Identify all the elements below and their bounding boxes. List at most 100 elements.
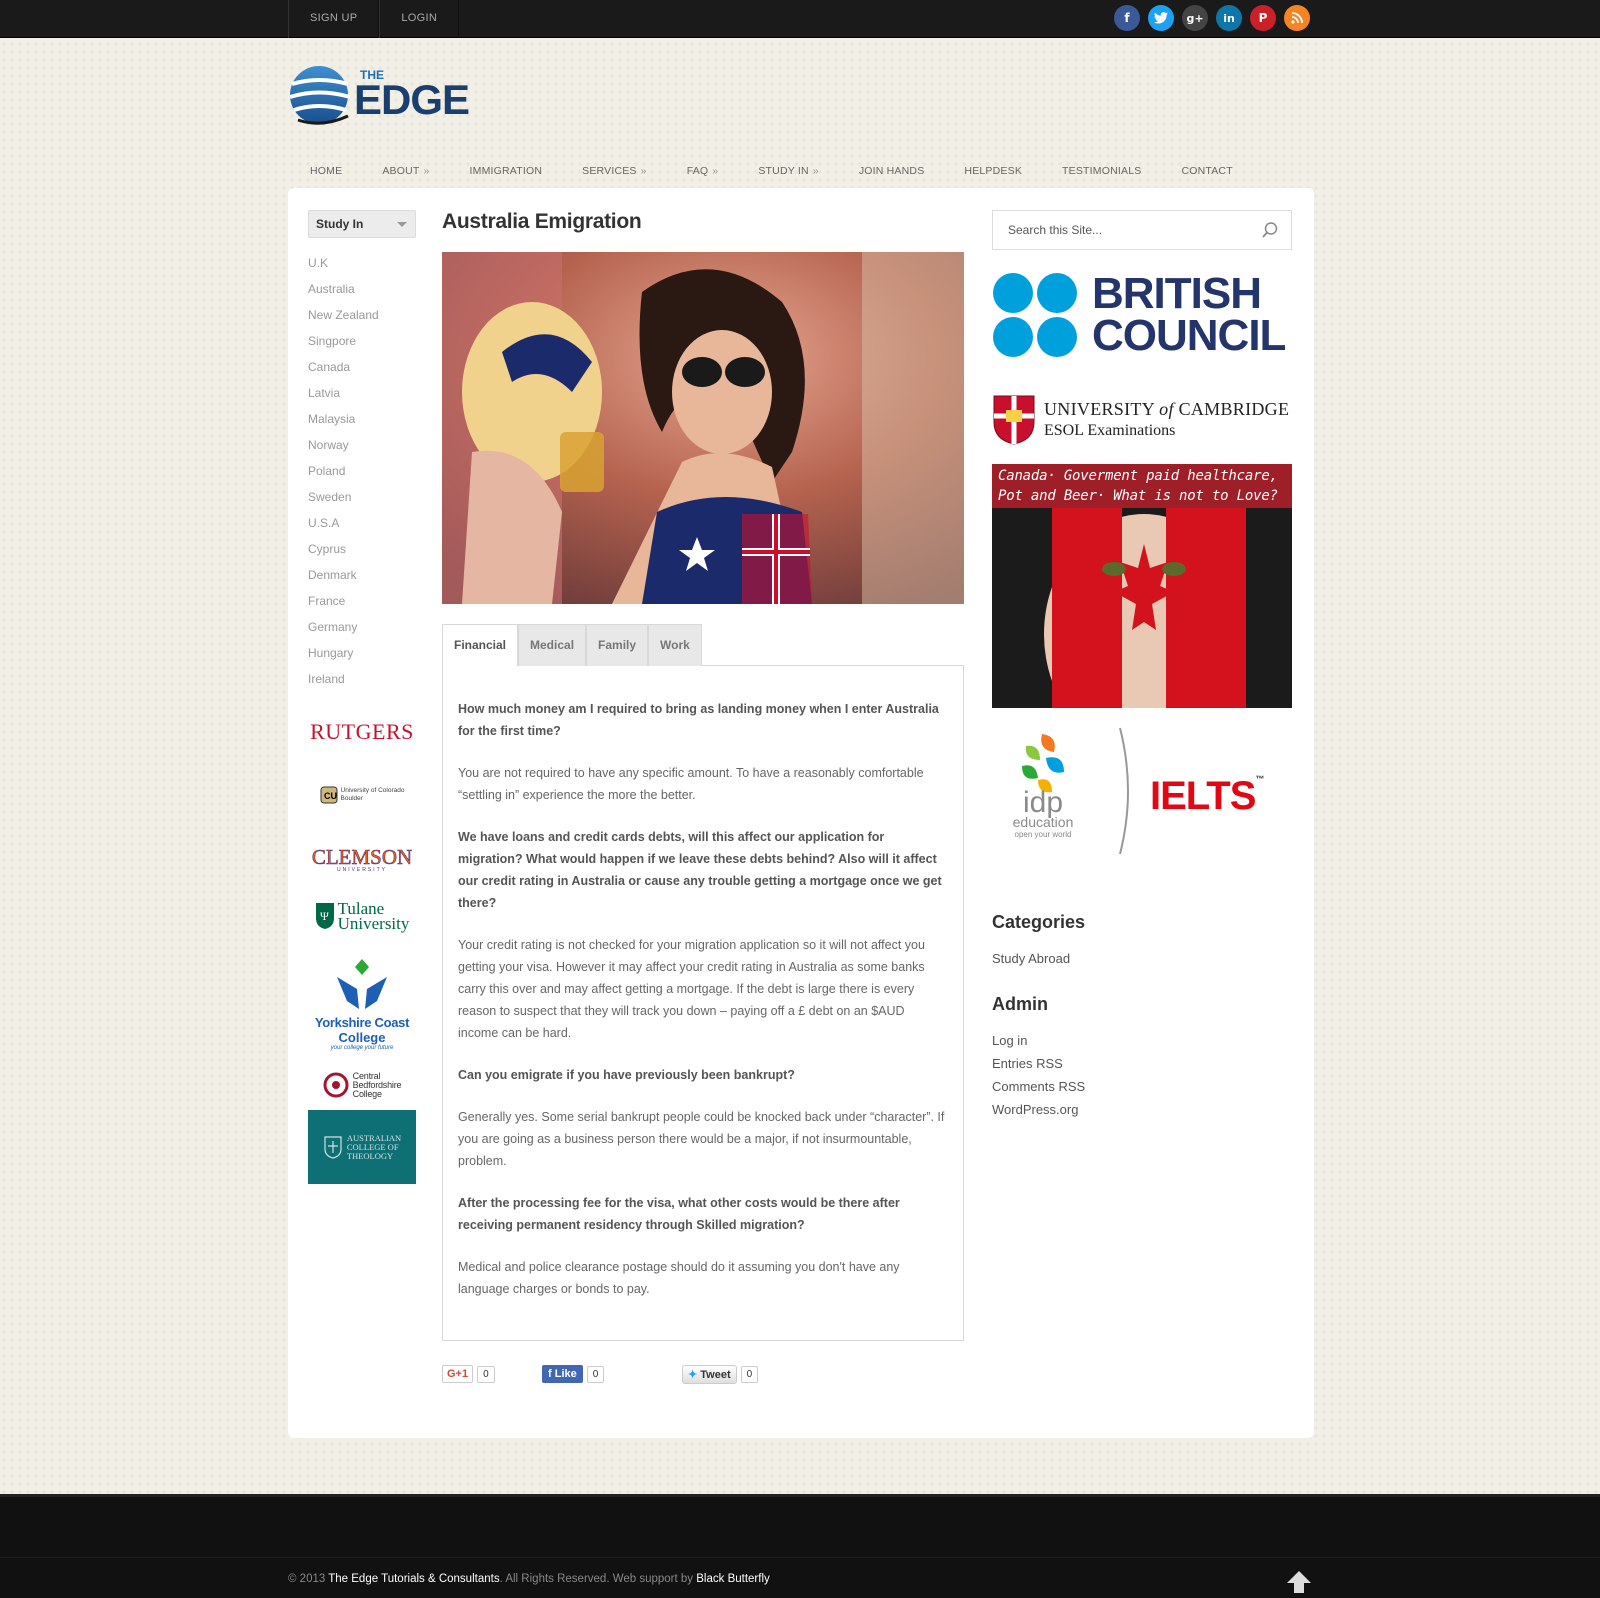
nav-item-immigration[interactable]: IMMIGRATION [450, 158, 563, 184]
svg-text:Ψ: Ψ [320, 909, 329, 923]
nav-item-about[interactable]: ABOUT» [362, 158, 449, 184]
right-sidebar: Search this Site... BRITISH COUNCIL UNIV… [992, 210, 1292, 1121]
clemson-logo[interactable]: CLEMSON UNIVERSITY [308, 842, 416, 878]
company-link[interactable]: The Edge Tutorials & Consultants [328, 1573, 499, 1585]
facebook-like-button[interactable]: f Like [542, 1365, 583, 1383]
country-link[interactable]: Australia [308, 276, 416, 302]
content-tabs: Financial Medical Family Work [442, 624, 964, 666]
rss-icon[interactable] [1284, 5, 1310, 31]
site-logo[interactable]: THE EDGE [288, 64, 502, 126]
country-link[interactable]: Germany [308, 614, 416, 640]
country-link[interactable]: Singpore [308, 328, 416, 354]
submenu-arrow-icon: » [640, 165, 647, 177]
tab-family[interactable]: Family [586, 624, 649, 666]
tweet-button[interactable]: ✦ Tweet [682, 1364, 737, 1384]
university-logos: RUTGERS CU University of Colorado Boulde… [308, 714, 416, 1184]
google-plus-icon[interactable]: g+ [1182, 5, 1208, 31]
country-link[interactable]: U.S.A [308, 510, 416, 536]
country-link[interactable]: U.K [308, 250, 416, 276]
faq-answer: You are not required to have any specifi… [458, 766, 924, 802]
submenu-arrow-icon: » [712, 165, 719, 177]
nav-item-study-in[interactable]: STUDY IN» [738, 158, 838, 184]
gplus-share[interactable]: G+1 0 [442, 1365, 542, 1383]
british-council-banner[interactable]: BRITISH COUNCIL [992, 272, 1292, 358]
left-sidebar: Study In U.K Australia New Zealand Singpore… [308, 210, 416, 1184]
country-link[interactable]: Norway [308, 432, 416, 458]
category-link[interactable]: Study Abroad [992, 947, 1292, 970]
footer: © 2013 The Edge Tutorials & Consultants.… [0, 1494, 1600, 1598]
cambridge-title: UNIVERSITY of CAMBRIDGE [1044, 399, 1290, 419]
divider-arc [1119, 727, 1129, 855]
idp-logo: idp education open your world [1008, 732, 1078, 839]
categories-widget: Categories Study Abroad [992, 912, 1292, 970]
page-title: Australia Emigration [442, 210, 642, 233]
country-link[interactable]: Poland [308, 458, 416, 484]
support-link[interactable]: Black Butterfly [696, 1573, 770, 1585]
country-link[interactable]: New Zealand [308, 302, 416, 328]
back-to-top-icon[interactable] [1286, 1569, 1312, 1595]
facebook-like[interactable]: f Like 0 [542, 1365, 682, 1383]
central-bedfordshire-logo[interactable]: Central Bedfordshire College [308, 1062, 416, 1108]
country-link[interactable]: Ireland [308, 666, 416, 692]
nav-item-testimonials[interactable]: TESTIMONIALS [1042, 158, 1161, 184]
australian-college-theology-logo[interactable]: AUSTRALIAN COLLEGE OF THEOLOGY [308, 1110, 416, 1184]
linkedin-icon[interactable]: in [1216, 5, 1242, 31]
country-link[interactable]: Sweden [308, 484, 416, 510]
country-link[interactable]: France [308, 588, 416, 614]
nav-item-home[interactable]: HOME [290, 158, 362, 184]
country-link[interactable]: Hungary [308, 640, 416, 666]
main-nav: HOME ABOUT» IMMIGRATION SERVICES» FAQ» STUDY … [290, 158, 1253, 184]
categories-list: Study Abroad [992, 947, 1292, 970]
nav-item-helpdesk[interactable]: HELPDESK [944, 158, 1042, 184]
canada-ad-banner[interactable]: Canada· Goverment paid healthcare, Pot a… [992, 464, 1292, 708]
country-link[interactable]: Malaysia [308, 406, 416, 432]
svg-text:CU: CU [324, 791, 337, 801]
chevron-down-icon [397, 222, 407, 227]
rutgers-logo[interactable]: RUTGERS [308, 714, 416, 750]
cambridge-esol-banner[interactable]: UNIVERSITY of CAMBRIDGE ESOL Examination… [992, 392, 1292, 448]
nav-item-faq[interactable]: FAQ» [667, 158, 739, 184]
globe-icon: THE EDGE [289, 66, 470, 125]
search-input[interactable]: Search this Site... [992, 210, 1292, 250]
tweet-count: 0 [740, 1365, 759, 1383]
tab-medical[interactable]: Medical [518, 624, 587, 666]
tulane-logo[interactable]: Ψ Tulane University [308, 896, 416, 936]
country-link[interactable]: Denmark [308, 562, 416, 588]
content-container: Study In U.K Australia New Zealand Singpore… [288, 188, 1314, 1438]
tab-work[interactable]: Work [648, 624, 702, 666]
bedford-emblem-icon [323, 1072, 349, 1098]
country-link[interactable]: Latvia [308, 380, 416, 406]
hero-image [442, 252, 964, 604]
gplus-count: 0 [477, 1365, 495, 1383]
signup-link[interactable]: SIGN UP [288, 0, 380, 38]
admin-list: Log in Entries RSS Comments RSS WordPress.o… [992, 1029, 1292, 1121]
admin-link[interactable]: Entries RSS [992, 1052, 1292, 1075]
auth-links: SIGN UP LOGIN [288, 0, 460, 38]
nav-item-contact[interactable]: CONTACT [1161, 158, 1252, 184]
tab-financial[interactable]: Financial [442, 624, 519, 666]
admin-link[interactable]: Comments RSS [992, 1075, 1292, 1098]
admin-link[interactable]: Log in [992, 1029, 1292, 1052]
nav-item-join-hands[interactable]: JOIN HANDS [839, 158, 945, 184]
tab-panel-financial: How much money am I required to bring as… [442, 665, 964, 1341]
tulane-shield-icon: Ψ [315, 903, 334, 929]
study-in-dropdown[interactable]: Study In [308, 210, 416, 238]
country-link[interactable]: Canada [308, 354, 416, 380]
admin-link[interactable]: WordPress.org [992, 1098, 1292, 1121]
study-in-label: Study In [316, 217, 364, 231]
tweet-share[interactable]: ✦ Tweet 0 [682, 1364, 759, 1384]
login-link[interactable]: LOGIN [379, 0, 460, 38]
pinterest-icon[interactable]: P [1250, 5, 1276, 31]
yorkshire-coast-logo[interactable]: Yorkshire Coast College your college you… [308, 950, 416, 1058]
country-link[interactable]: Cyprus [308, 536, 416, 562]
gplus-button[interactable]: G+1 [442, 1365, 474, 1383]
social-icons: f g+ in P [1114, 5, 1310, 31]
twitter-icon[interactable] [1148, 5, 1174, 31]
search-icon[interactable] [1261, 221, 1279, 239]
top-bar: SIGN UP LOGIN f g+ in P [0, 0, 1600, 38]
colorado-logo[interactable]: CU University of Colorado Boulder [308, 780, 416, 810]
nav-item-services[interactable]: SERVICES» [562, 158, 667, 184]
facebook-icon[interactable]: f [1114, 5, 1140, 31]
faq-answer: Medical and police clearance postage sho… [458, 1260, 900, 1296]
idp-ielts-banner[interactable]: idp education open your world IELTS™ [992, 726, 1292, 856]
